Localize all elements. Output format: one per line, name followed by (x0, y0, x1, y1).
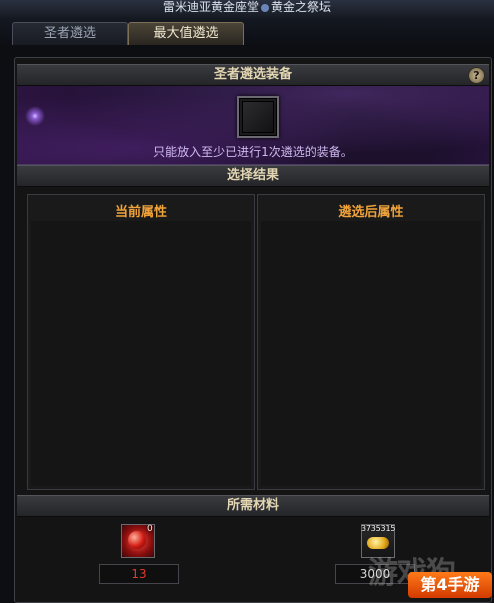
equip-section-header: 圣者遴选装备 ? (17, 64, 489, 86)
equip-banner: 只能放入至少已进行1次遴选的装备。 (17, 86, 489, 165)
tab-bar: 圣者遴选 最大值遴选 (0, 18, 494, 46)
result-section-header: 选择结果 (17, 165, 489, 187)
current-attributes-title: 当前属性 (114, 205, 167, 220)
window-title-bar: 雷米迪亚黄金座堂 黄金之祭坛 (0, 0, 494, 19)
window-title: 雷米迪亚黄金座堂 黄金之祭坛 (0, 0, 494, 15)
material-2-badge: 3735315 (361, 524, 396, 533)
current-attributes-list (31, 221, 251, 486)
equipment-slot-inner (242, 101, 274, 133)
site-logo: 第4手游 (408, 572, 492, 598)
title-separator-icon (261, 3, 269, 12)
tab-max-value-selection[interactable]: 最大值遴选 (128, 22, 244, 45)
after-attributes-list (261, 221, 481, 486)
current-attributes-box: 当前属性 (27, 194, 255, 490)
help-icon[interactable]: ? (468, 67, 485, 84)
material-1-required: 13 (99, 564, 179, 584)
equip-hint-text: 只能放入至少已进行1次遴选的装备。 (153, 145, 353, 159)
selection-panel: 圣者遴选装备 ? 只能放入至少已进行1次遴选的装备。 选择结果 当前属性 遴选后… (14, 57, 492, 603)
tab-saint-selection[interactable]: 圣者遴选 (12, 22, 128, 45)
after-attributes-box: 遴选后属性 (257, 194, 485, 490)
title-location: 雷米迪亚黄金座堂 (162, 0, 259, 14)
material-1-badge: 0 (147, 524, 153, 534)
equip-section-title: 圣者遴选装备 (213, 67, 292, 82)
materials-section-header: 所需材料 (17, 495, 489, 517)
equipment-slot[interactable] (237, 96, 279, 138)
after-attributes-title: 遴选后属性 (338, 205, 404, 220)
title-sublocation: 黄金之祭坛 (271, 0, 332, 14)
red-orb-gem (128, 531, 146, 549)
